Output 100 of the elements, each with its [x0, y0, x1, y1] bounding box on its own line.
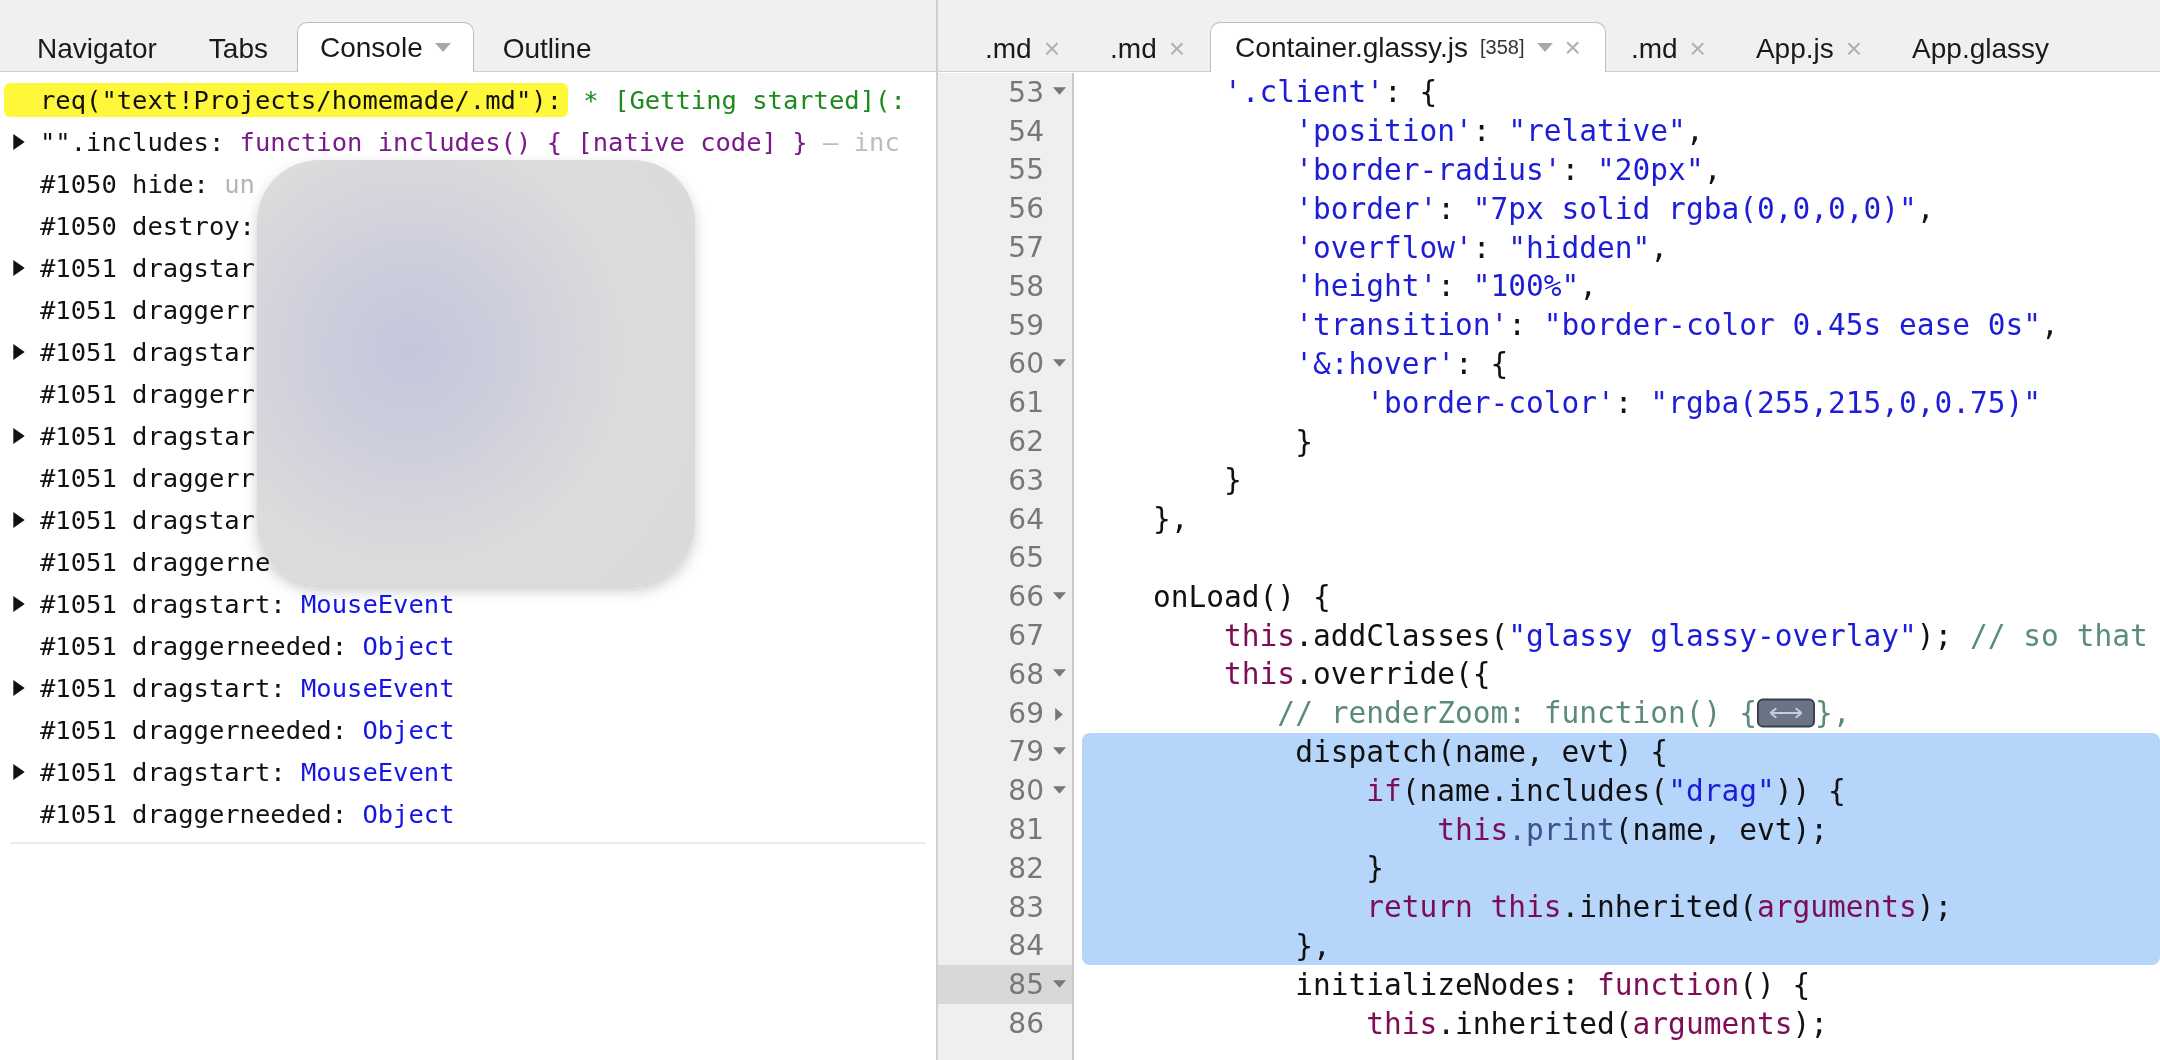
- fold-arrow-icon[interactable]: [1052, 785, 1066, 794]
- code-line: }: [1365, 851, 1384, 886]
- log-label: #1051 dragstar: [40, 504, 255, 537]
- code-line: 'overflow': "hidden",: [1294, 230, 1669, 265]
- line-number: 55: [1008, 153, 1044, 187]
- line-number: 60: [1008, 347, 1044, 381]
- fold-arrow-icon[interactable]: [1052, 979, 1066, 988]
- line-number: 57: [1008, 231, 1044, 265]
- code-line: this.print(name, evt);: [1436, 812, 1828, 847]
- log-label: req("text!Projects/homemade/.md"):: [4, 83, 568, 117]
- code-line: onLoad() {: [1152, 579, 1331, 614]
- log-label: #1051 dragstar: [40, 420, 255, 453]
- code-line: }: [1294, 424, 1313, 459]
- file-tab[interactable]: .md ×: [1605, 24, 1731, 72]
- file-tab[interactable]: Container.glassy.js [358] ×: [1210, 22, 1606, 72]
- dropdown-caret-icon[interactable]: [1536, 43, 1553, 52]
- log-value: Object: [361, 715, 455, 745]
- line-number: 63: [1008, 463, 1044, 497]
- log-note: – inc: [821, 127, 900, 157]
- line-number: 66: [1008, 580, 1044, 614]
- expand-triangle-icon[interactable]: [13, 596, 25, 612]
- panel-tab[interactable]: Console: [297, 22, 474, 72]
- line-number: 67: [1008, 619, 1044, 653]
- log-label: #1051 dragstart:: [40, 672, 286, 705]
- code-line: this.addClasses("glassy glassy-overlay"); // so that: [1223, 618, 2148, 653]
- line-number: 59: [1008, 308, 1044, 342]
- code-line: this.inherited(arguments);: [1365, 1006, 1828, 1041]
- log-value: un: [223, 169, 255, 199]
- fold-arrow-icon[interactable]: [1052, 358, 1066, 367]
- folded-code-icon[interactable]: [1756, 698, 1815, 729]
- log-value: MouseEvent: [300, 589, 455, 619]
- line-number: 79: [1008, 735, 1044, 769]
- log-label: "".includes:: [40, 126, 225, 159]
- code-line: return this.inherited(arguments);: [1365, 890, 1953, 925]
- panel-tab[interactable]: Outline: [479, 24, 615, 72]
- code-line: 'border-color': "rgba(255,215,0,0.75)": [1365, 385, 2042, 420]
- code-line: if(name.includes("drag")) {: [1365, 773, 1846, 808]
- expand-triangle-icon[interactable]: [13, 512, 25, 528]
- line-number: 54: [1008, 114, 1044, 148]
- log-label: #1051 draggerneeded:: [40, 630, 348, 663]
- log-label: #1051 dragstart:: [40, 588, 286, 621]
- file-tab[interactable]: App.js ×: [1730, 24, 1888, 72]
- code-line: },: [1814, 696, 1851, 731]
- line-number: 62: [1008, 425, 1044, 459]
- panel-tab[interactable]: Tabs: [185, 24, 291, 72]
- line-number: 58: [1008, 269, 1044, 303]
- file-tab[interactable]: App.glassy: [1887, 24, 2075, 72]
- log-label: #1051 draggerr: [40, 378, 255, 411]
- code-line: 'transition': "border-color 0.45s ease 0s",: [1294, 308, 2059, 343]
- expand-triangle-icon[interactable]: [13, 428, 25, 444]
- expand-triangle-icon[interactable]: [13, 764, 25, 780]
- line-number: 68: [1008, 657, 1044, 691]
- code-line: 'height': "100%",: [1294, 269, 1598, 304]
- file-tab[interactable]: .md ×: [1085, 24, 1211, 72]
- line-number: 81: [1008, 813, 1044, 847]
- log-label: #1050 destroy:: [40, 210, 255, 243]
- code-line: 'position': "relative",: [1294, 114, 1704, 149]
- line-number: 82: [1008, 851, 1044, 885]
- code-line: 'border-radius': "20px",: [1294, 153, 1722, 187]
- dropdown-caret-icon[interactable]: [434, 43, 451, 52]
- file-tab[interactable]: .md ×: [960, 24, 1086, 72]
- expand-triangle-icon[interactable]: [13, 344, 25, 360]
- log-label: #1050 hide:: [40, 168, 209, 201]
- expand-triangle-icon[interactable]: [13, 134, 25, 150]
- line-number: 85: [1008, 968, 1044, 1002]
- code-line: 'border': "7px solid rgba(0,0,0,0)",: [1294, 191, 1935, 226]
- log-label: #1051 dragstart:: [40, 756, 286, 789]
- log-label: #1051 draggerr: [40, 294, 255, 327]
- code-line: this.override({: [1223, 657, 1491, 692]
- log-label: #1051 dragstar: [40, 252, 255, 285]
- line-number: 61: [1008, 386, 1044, 420]
- fold-arrow-icon[interactable]: [1055, 708, 1063, 722]
- log-value: MouseEvent: [300, 757, 455, 787]
- code-line: dispatch(name, evt) {: [1294, 734, 1669, 769]
- line-number: 84: [1008, 929, 1044, 963]
- fold-arrow-icon[interactable]: [1052, 87, 1066, 96]
- log-label: #1051 draggerr: [40, 462, 255, 495]
- line-number: 65: [1008, 541, 1044, 575]
- fold-arrow-icon[interactable]: [1052, 746, 1066, 755]
- line-number: 86: [1008, 1007, 1044, 1040]
- panel-tab[interactable]: Navigator: [14, 24, 180, 72]
- fold-arrow-icon[interactable]: [1052, 591, 1066, 600]
- log-label: #1051 draggerne: [40, 546, 271, 579]
- log-value: Object: [361, 631, 455, 661]
- expand-triangle-icon[interactable]: [13, 680, 25, 696]
- code-line: },: [1294, 928, 1331, 963]
- code-line: '&:hover': {: [1294, 346, 1509, 381]
- log-label: #1051 draggerneeded:: [40, 798, 348, 831]
- log-label: #1051 dragstar: [40, 336, 255, 369]
- expand-triangle-icon[interactable]: [13, 260, 25, 276]
- line-number: 53: [1008, 75, 1044, 109]
- line-number: 56: [1008, 192, 1044, 226]
- code-line: '.client': {: [1223, 75, 1438, 110]
- fold-arrow-icon[interactable]: [1052, 669, 1066, 678]
- log-value: function includes() { [native code] }: [238, 127, 808, 157]
- log-value: * [Getting started](:: [582, 85, 906, 115]
- log-label: #1051 draggerneeded:: [40, 714, 348, 747]
- line-number: 80: [1008, 774, 1044, 808]
- line-number: 83: [1008, 890, 1044, 924]
- log-value: Object: [361, 799, 455, 829]
